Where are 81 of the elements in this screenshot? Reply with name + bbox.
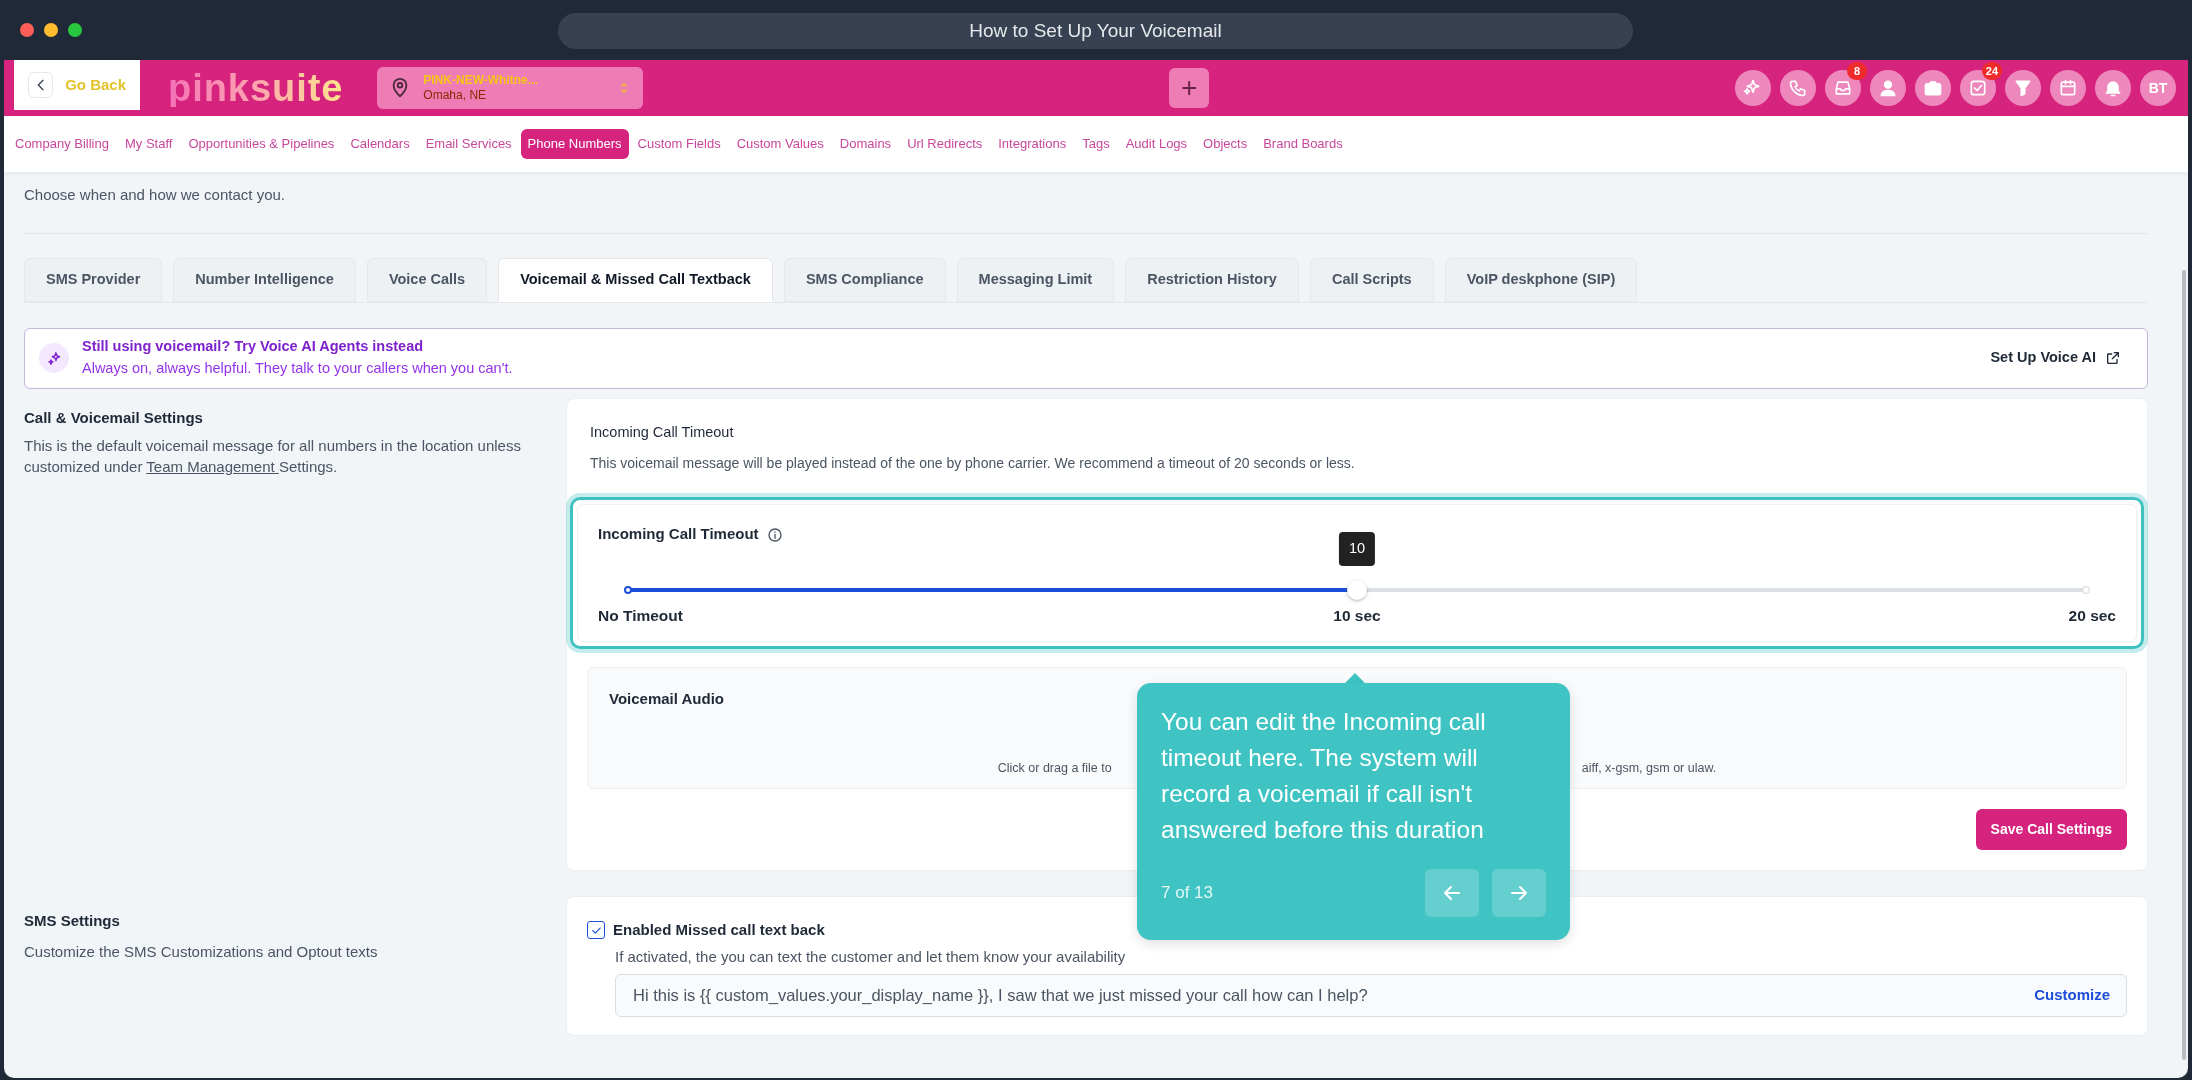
slider-thumb[interactable] — [1347, 579, 1367, 600]
nav-link[interactable]: Phone Numbers — [520, 129, 629, 159]
nav-link[interactable]: Email Services — [418, 129, 519, 159]
notification-badge: 8 — [1847, 62, 1867, 80]
value-tooltip: 10 — [1338, 531, 1376, 566]
external-link-icon — [2105, 350, 2121, 366]
section-title: Call & Voicemail Settings — [24, 407, 204, 428]
location-city: Omaha, NE — [423, 88, 488, 103]
upload-hint: Click or drag a file to — [997, 759, 1112, 777]
tour-step-counter: 7 of 13 — [1161, 882, 1214, 905]
settings-tab[interactable]: Voice Calls — [366, 257, 488, 302]
briefcase-icon — [1923, 78, 1943, 98]
sparkle-icon — [1743, 78, 1763, 98]
settings-tab[interactable]: SMS Provider — [24, 257, 163, 302]
location-selector[interactable]: PINK-NEW-Whitne... Omaha, NE — [377, 67, 644, 109]
settings-tab[interactable]: Call Scripts — [1309, 257, 1434, 302]
briefcase-button[interactable] — [1915, 70, 1951, 106]
scrollbar[interactable] — [2182, 270, 2186, 1060]
section-description: Customize the SMS Customizations and Optout texts — [24, 941, 379, 962]
nav-link[interactable]: Url Redirects — [900, 129, 990, 159]
nav-link[interactable]: Audit Logs — [1118, 129, 1195, 159]
slider-max-label: 20 sec — [2068, 605, 2116, 626]
nav-link[interactable]: Custom Fields — [630, 129, 728, 159]
customize-link[interactable]: Customize — [2034, 984, 2110, 1007]
bell-icon — [2103, 78, 2123, 98]
setup-voice-ai-button[interactable]: Set Up Voice AI — [1978, 340, 2133, 376]
upload-hint: aiff, x-gsm, gsm or ulaw. — [1581, 759, 1717, 777]
check-square-icon — [1968, 78, 1988, 98]
calendar-icon — [2058, 78, 2078, 98]
banner-title: Still using voicemail? Try Voice AI Agents instead — [82, 337, 425, 357]
location-name: PINK-NEW-Whitne... — [423, 73, 539, 88]
settings-tab[interactable]: SMS Compliance — [783, 257, 946, 302]
settings-tab[interactable]: VoIP deskphone (SIP) — [1444, 257, 1638, 302]
phone-icon — [1788, 78, 1808, 98]
phone-button[interactable] — [1780, 70, 1816, 106]
person-icon — [1878, 78, 1898, 98]
nav-link[interactable]: Company Billing — [8, 129, 116, 159]
message-field[interactable]: Hi this is {{ custom_values.your_display_name }}, I saw that we just missed your call how can I help? Customize — [615, 974, 2127, 1017]
upload-title: Voicemail Audio — [609, 689, 726, 709]
sparkle-icon — [45, 349, 63, 367]
slider-min-label: No Timeout — [598, 605, 683, 626]
nav-link[interactable]: Tags — [1075, 129, 1117, 159]
section-description: This is the default voicemail message for all numbers in the location unless customized under Team Management Settings. — [24, 436, 522, 477]
helper-text: If activated, the you can text the customer and let them know your availability — [615, 946, 1127, 967]
nav-link[interactable]: Domains — [832, 129, 899, 159]
calendar-button[interactable] — [2050, 70, 2086, 106]
checkbox-label: Enabled Missed call text back — [613, 920, 825, 940]
nav-link[interactable]: Integrations — [991, 129, 1074, 159]
nav-link[interactable]: My Staff — [117, 129, 180, 159]
team-management-link[interactable]: Team Management — [146, 458, 279, 475]
user-avatar[interactable]: BT — [2140, 70, 2176, 106]
settings-tab[interactable]: Number Intelligence — [173, 257, 356, 302]
notification-badge: 24 — [1981, 62, 2002, 80]
nav-link[interactable]: Objects — [1196, 129, 1255, 159]
inbox-icon — [1833, 78, 1853, 98]
settings-tab[interactable]: Messaging Limit — [956, 257, 1115, 302]
add-button[interactable]: + — [1169, 68, 1210, 108]
card-title: Incoming Call Timeout — [589, 422, 735, 442]
info-icon — [766, 526, 783, 543]
slider-mid-label: 10 sec — [1333, 605, 1381, 626]
save-call-settings-button[interactable]: Save Call Settings — [1975, 809, 2127, 850]
banner-text: Always on, always helpful. They talk to your callers when you can't. — [82, 359, 514, 378]
nav-link[interactable]: Brand Boards — [1256, 129, 1350, 159]
tour-text: You can edit the Incoming call timeout here. The system will record a voicemail if call isn't answered before this duration — [1161, 707, 1487, 845]
slider-label: Incoming Call Timeout — [598, 524, 759, 545]
nav-link[interactable]: Calendars — [343, 129, 417, 159]
window-title: How to Set Up Your Voicemail — [969, 18, 1222, 43]
card-description: This voicemail message will be played instead of the one by phone carrier. We recommend a timeout of 20 seconds or less. — [589, 454, 1356, 474]
nav-link[interactable]: Opportunities & Pipelines — [181, 129, 342, 159]
bell-button[interactable] — [2095, 70, 2131, 106]
sparkle-button[interactable] — [1735, 70, 1771, 106]
filter-icon — [2013, 78, 2033, 98]
section-title: SMS Settings — [24, 911, 121, 931]
page-subtitle: Choose when and how we contact you. — [24, 185, 286, 205]
settings-tab[interactable]: Restriction History — [1125, 257, 1299, 302]
slider-track[interactable] — [624, 579, 2090, 600]
checkbox[interactable] — [587, 921, 605, 940]
filter-button[interactable] — [2005, 70, 2041, 106]
nav-link[interactable]: Custom Values — [729, 129, 831, 159]
person-button[interactable] — [1870, 70, 1906, 106]
settings-tab[interactable]: Voicemail & Missed Call Textback — [498, 257, 773, 302]
